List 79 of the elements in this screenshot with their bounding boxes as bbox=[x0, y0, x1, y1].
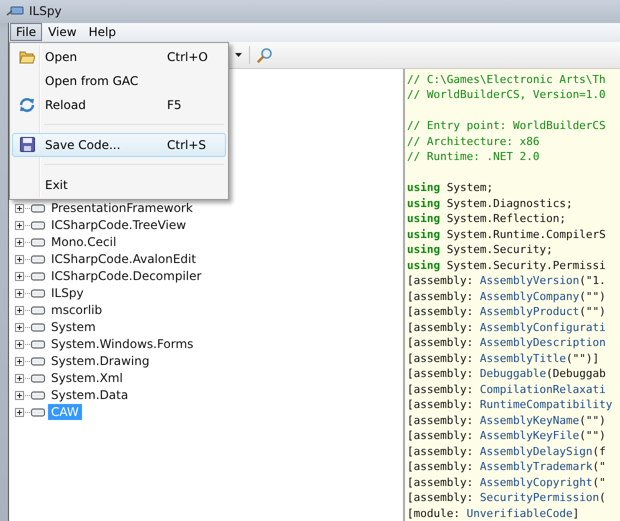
code-line: [assembly: AssemblyVersion("1. bbox=[407, 273, 607, 288]
code-line: // C:\Games\Electronic Arts\Th bbox=[407, 72, 607, 87]
code-line: [assembly: AssemblyConfigurati bbox=[407, 320, 607, 335]
assembly-icon bbox=[25, 306, 45, 314]
code-line: [assembly: RuntimeCompatibility bbox=[407, 397, 614, 412]
expand-icon[interactable] bbox=[15, 288, 24, 298]
assembly-icon bbox=[25, 220, 45, 230]
assembly-icon bbox=[25, 340, 45, 348]
menu-entry[interactable]: Open Ctrl+O bbox=[12, 44, 226, 68]
app-icon bbox=[6, 5, 24, 18]
assembly-icon bbox=[25, 272, 45, 280]
expand-icon[interactable] bbox=[15, 408, 24, 416]
tree-item[interactable]: mscorlib bbox=[48, 302, 106, 318]
menu-entry[interactable]: Exit bbox=[12, 172, 226, 196]
assembly-icon bbox=[25, 238, 45, 246]
code-line: [assembly: SecurityPermission( bbox=[407, 490, 607, 506]
expand-icon[interactable] bbox=[15, 238, 24, 246]
code-line: [assembly: Debuggable(Debuggab bbox=[407, 366, 607, 382]
expand-icon[interactable] bbox=[15, 340, 24, 348]
tree-item[interactable]: System.Windows.Forms bbox=[48, 336, 196, 352]
expand-icon[interactable] bbox=[15, 374, 24, 382]
code-line: [module: UnverifiableCode] bbox=[407, 506, 580, 521]
menu-entry[interactable]: Reload F5 bbox=[12, 92, 226, 116]
tree-item[interactable]: PresentationFramework bbox=[48, 200, 196, 216]
assembly-icon bbox=[25, 204, 45, 212]
tree-item[interactable]: ICSharpCode.Decompiler bbox=[48, 268, 204, 284]
menu-entry[interactable]: Save Code... Ctrl+S bbox=[12, 132, 226, 156]
expand-icon[interactable] bbox=[15, 306, 24, 314]
code-line: [assembly: AssemblyTrademark(" bbox=[407, 459, 607, 474]
code-line: [assembly: AssemblyCompany("") bbox=[407, 288, 607, 304]
code-line: // Runtime: .NET 2.0 bbox=[407, 149, 540, 164]
expand-icon[interactable] bbox=[15, 390, 24, 400]
code-line: [assembly: AssemblyKeyFile("") bbox=[407, 428, 607, 444]
assembly-icon bbox=[25, 390, 45, 400]
code-line: // Architecture: x86 bbox=[407, 134, 540, 149]
assembly-icon bbox=[25, 356, 45, 366]
caret-icon[interactable] bbox=[235, 52, 242, 56]
code-line: // WorldBuilderCS, Version=1.0 bbox=[407, 87, 607, 102]
code-line: [assembly: CompilationRelaxati bbox=[407, 382, 607, 397]
assembly-icon bbox=[25, 288, 45, 298]
code-line: using System.Runtime.CompilerS bbox=[407, 226, 607, 242]
tree-item[interactable]: ILSpy bbox=[48, 285, 87, 301]
code-line: using System.Security; bbox=[407, 242, 554, 258]
menu-entry[interactable]: Open from GAC bbox=[12, 68, 226, 92]
expand-icon[interactable] bbox=[15, 220, 24, 230]
reload-icon bbox=[19, 96, 35, 112]
expand-icon[interactable] bbox=[15, 322, 24, 332]
code-line: using System; bbox=[407, 180, 494, 196]
expand-icon[interactable] bbox=[15, 254, 24, 264]
menu-item[interactable]: View bbox=[42, 23, 83, 41]
tree-item[interactable]: Mono.Cecil bbox=[48, 234, 120, 250]
code-line: using System.Reflection; bbox=[407, 211, 567, 226]
expand-icon[interactable] bbox=[15, 272, 24, 280]
menu-item[interactable]: Help bbox=[82, 23, 122, 41]
code-line: [assembly: AssemblyKeyName("") bbox=[407, 412, 607, 428]
tree-item[interactable]: System.Xml bbox=[48, 370, 126, 386]
code-line: using System.Diagnostics; bbox=[407, 196, 574, 211]
code-line: [assembly: AssemblyCopyright(" bbox=[407, 474, 607, 490]
search-icon[interactable] bbox=[257, 46, 273, 62]
assembly-icon bbox=[25, 322, 45, 332]
tree-item[interactable]: System.Drawing bbox=[48, 353, 152, 369]
tree-item[interactable]: System bbox=[48, 319, 99, 335]
code-line: [assembly: AssemblyDescription bbox=[407, 335, 607, 350]
tree-item[interactable]: System.Data bbox=[48, 387, 132, 403]
code-line: [assembly: AssemblyProduct("") bbox=[407, 304, 607, 320]
assembly-icon bbox=[25, 408, 45, 416]
code-line: // Entry point: WorldBuilderCS bbox=[407, 118, 607, 134]
assembly-icon bbox=[25, 254, 45, 264]
code-line: using System.Security.Permissi bbox=[407, 258, 607, 273]
window-title: ILSpy bbox=[29, 4, 62, 18]
tree-item[interactable]: ICSharpCode.TreeView bbox=[48, 217, 190, 233]
folder-icon bbox=[19, 50, 35, 64]
tree-item[interactable]: ICSharpCode.AvalonEdit bbox=[48, 251, 200, 267]
code-line: [assembly: AssemblyDelaySign(f bbox=[407, 444, 607, 459]
assembly-icon bbox=[25, 374, 45, 382]
code-line: [assembly: AssemblyTitle("")] bbox=[407, 350, 600, 366]
menu-item[interactable]: File bbox=[10, 23, 42, 41]
expand-icon[interactable] bbox=[15, 204, 24, 212]
expand-icon[interactable] bbox=[15, 356, 24, 366]
